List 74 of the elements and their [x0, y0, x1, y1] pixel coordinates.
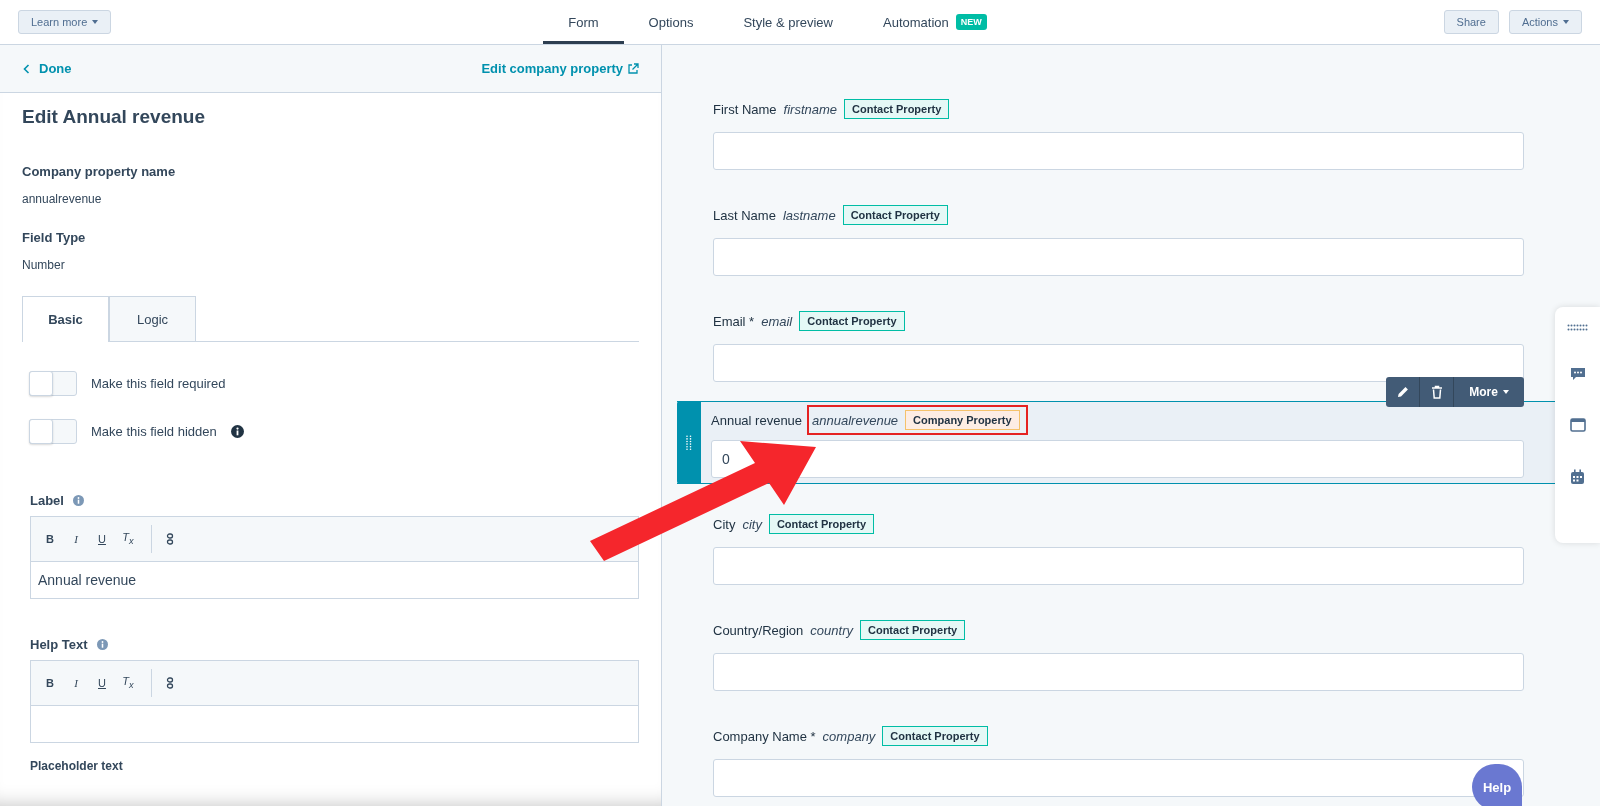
- property-value: annualrevenue: [22, 192, 103, 206]
- field-label: Annual revenue: [711, 412, 803, 428]
- info-icon: [72, 495, 84, 506]
- new-badge: NEW: [955, 14, 987, 30]
- editor-label: Help Text: [30, 637, 88, 652]
- property-tag: Contact Property: [799, 311, 905, 331]
- placeholder-text-label: Placeholder text: [29, 759, 124, 773]
- property-tag: Contact Property: [768, 514, 875, 534]
- format-button[interactable]: I: [67, 533, 85, 545]
- property-tag: Contact Property: [882, 726, 988, 746]
- trash-icon: [1430, 385, 1443, 399]
- link-icon[interactable]: [166, 533, 174, 545]
- input-field[interactable]: [713, 238, 1524, 276]
- link-icon[interactable]: [166, 677, 174, 689]
- selected-field[interactable]: Annual revenue annualrevenue Company Property 0: [677, 401, 1555, 484]
- info-icon: [96, 639, 108, 650]
- format-button[interactable]: U: [93, 677, 111, 689]
- internal-name: firstname: [783, 101, 838, 117]
- panel-tab[interactable]: Logic: [109, 296, 196, 341]
- format-button[interactable]: U: [93, 533, 111, 545]
- property-tag: Contact Property: [859, 620, 966, 640]
- field-label: Last Name: [713, 207, 776, 223]
- drag-handle[interactable]: [677, 401, 701, 484]
- toggle-label: Make this field hidden: [91, 423, 217, 439]
- learn-more-button[interactable]: Learn more: [18, 10, 112, 34]
- property-label: Field Type: [22, 230, 87, 245]
- property-value: Number: [22, 258, 66, 272]
- internal-name: lastname: [782, 207, 836, 223]
- grip-icon: [686, 434, 692, 451]
- chat-icon[interactable]: [1569, 367, 1586, 382]
- panel-tab[interactable]: Basic: [22, 296, 109, 342]
- field-label: Email *: [713, 313, 755, 329]
- chevron-left-icon: [23, 63, 30, 74]
- input-field[interactable]: 0: [711, 440, 1524, 478]
- panel-title: Edit Annual revenue: [22, 106, 206, 128]
- internal-name: city: [742, 516, 762, 532]
- top-tab[interactable]: Options: [623, 0, 719, 44]
- field-label: City: [713, 516, 736, 532]
- done-link[interactable]: Done: [23, 61, 72, 76]
- input-field[interactable]: [713, 547, 1524, 585]
- format-button[interactable]: T$_{x}$: [119, 675, 137, 691]
- property-tag: Company Property: [905, 410, 1020, 430]
- internal-name: email: [761, 313, 793, 329]
- input-field[interactable]: [713, 344, 1524, 382]
- share-button[interactable]: Share: [1443, 10, 1499, 34]
- internal-name: country: [810, 622, 853, 638]
- actions-button[interactable]: Actions: [1508, 10, 1582, 34]
- field-label: First Name: [713, 101, 777, 117]
- property-tag: Contact Property: [842, 205, 948, 225]
- grid-dots-icon[interactable]: [1567, 324, 1588, 331]
- internal-name: company: [822, 728, 876, 744]
- field-label: Country/Region: [713, 622, 804, 638]
- pencil-icon: [1395, 385, 1410, 399]
- format-button[interactable]: B: [41, 533, 59, 545]
- window-icon[interactable]: [1569, 418, 1586, 433]
- input-field[interactable]: [713, 132, 1524, 170]
- caret-icon: [92, 20, 99, 24]
- top-tab[interactable]: Style & preview: [718, 0, 858, 44]
- input-field[interactable]: [713, 653, 1524, 691]
- property-label: Company property name: [22, 164, 177, 179]
- internal-name: annualrevenue: [812, 412, 899, 428]
- property-tag: Contact Property: [844, 99, 950, 119]
- format-button[interactable]: B: [41, 677, 59, 689]
- format-button[interactable]: T$_{x}$: [119, 531, 137, 547]
- editor-label: Label: [30, 493, 64, 508]
- external-link-icon: [627, 62, 639, 75]
- field-label: Company Name *: [713, 728, 816, 744]
- calendar-icon[interactable]: [1570, 469, 1585, 485]
- toggle-switch[interactable]: [29, 370, 77, 396]
- toggle-label: Make this field required: [91, 375, 226, 391]
- toggle-switch[interactable]: [29, 418, 77, 444]
- input-field[interactable]: [713, 759, 1524, 797]
- caret-icon: [1563, 20, 1569, 24]
- format-button[interactable]: I: [67, 677, 85, 689]
